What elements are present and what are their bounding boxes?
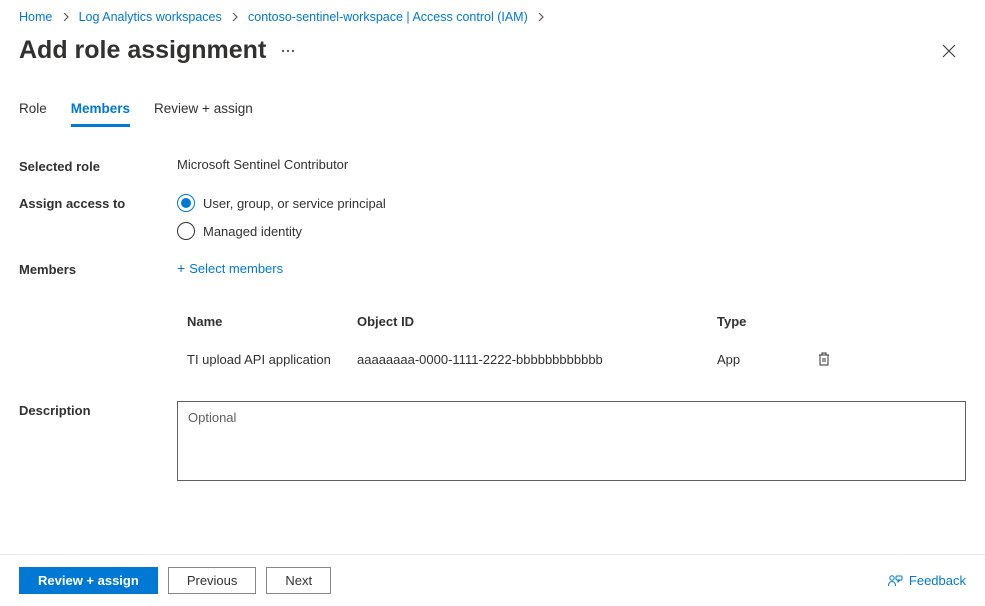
breadcrumb-workspace-iam[interactable]: contoso-sentinel-workspace | Access cont… (248, 10, 528, 24)
close-icon[interactable] (942, 44, 956, 58)
content: Selected role Microsoft Sentinel Contrib… (0, 157, 985, 481)
select-members-text: Select members (189, 261, 283, 276)
selected-role-label: Selected role (19, 157, 177, 174)
tabs: Role Members Review + assign (0, 101, 985, 127)
col-header-type: Type (717, 314, 817, 329)
page-header: Add role assignment (0, 36, 985, 65)
feedback-text: Feedback (909, 573, 966, 588)
selected-role-row: Selected role Microsoft Sentinel Contrib… (19, 157, 966, 174)
radio-user-group-principal[interactable]: User, group, or service principal (177, 194, 966, 212)
radio-user-label: User, group, or service principal (203, 196, 386, 211)
chevron-right-icon (231, 13, 242, 24)
page-title: Add role assignment (19, 36, 266, 65)
member-type: App (717, 352, 817, 367)
member-name: TI upload API application (187, 352, 357, 367)
next-button[interactable]: Next (266, 567, 331, 594)
assign-access-label: Assign access to (19, 194, 177, 211)
tab-members[interactable]: Members (71, 101, 130, 127)
selected-role-value: Microsoft Sentinel Contributor (177, 157, 966, 172)
member-objectid: aaaaaaaa-0000-1111-2222-bbbbbbbbbbbb (357, 352, 717, 367)
review-assign-button[interactable]: Review + assign (19, 567, 158, 594)
more-icon[interactable] (280, 43, 296, 59)
radio-unchecked-icon (177, 222, 195, 240)
person-feedback-icon (887, 573, 903, 589)
table-row: TI upload API application aaaaaaaa-0000-… (177, 339, 966, 379)
tab-review[interactable]: Review + assign (154, 101, 253, 127)
chevron-right-icon (537, 13, 545, 24)
breadcrumb: Home Log Analytics workspaces contoso-se… (0, 0, 985, 32)
chevron-right-icon (62, 13, 73, 24)
footer: Review + assign Previous Next Feedback (0, 554, 985, 606)
members-row: Members + Select members Name Object ID … (19, 260, 966, 379)
radio-managed-label: Managed identity (203, 224, 302, 239)
table-header: Name Object ID Type (177, 314, 966, 339)
radio-checked-icon (177, 194, 195, 212)
members-table: Name Object ID Type TI upload API applic… (177, 314, 966, 379)
select-members-link[interactable]: + Select members (177, 260, 283, 276)
trash-icon[interactable] (817, 351, 857, 367)
breadcrumb-home[interactable]: Home (19, 10, 52, 24)
radio-managed-identity[interactable]: Managed identity (177, 222, 966, 240)
description-row: Description (19, 401, 966, 481)
assign-access-row: Assign access to User, group, or service… (19, 194, 966, 240)
col-header-objectid: Object ID (357, 314, 717, 329)
members-label: Members (19, 260, 177, 277)
description-input[interactable] (177, 401, 966, 481)
col-header-name: Name (187, 314, 357, 329)
previous-button[interactable]: Previous (168, 567, 257, 594)
plus-icon: + (177, 260, 185, 276)
description-label: Description (19, 401, 177, 481)
feedback-link[interactable]: Feedback (887, 573, 966, 589)
breadcrumb-workspaces[interactable]: Log Analytics workspaces (79, 10, 222, 24)
tab-role[interactable]: Role (19, 101, 47, 127)
